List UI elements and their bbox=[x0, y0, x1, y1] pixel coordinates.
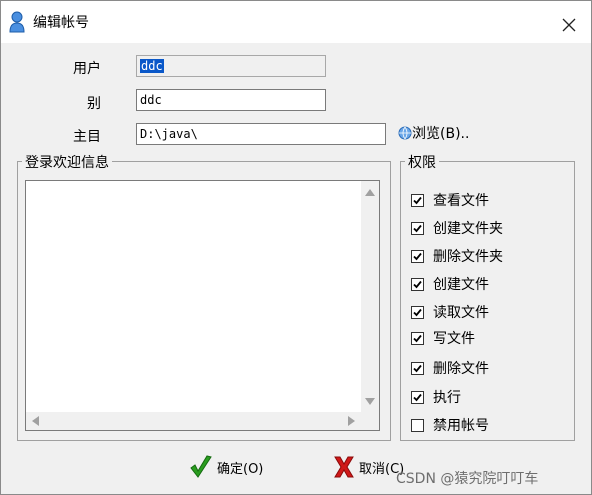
checkbox[interactable] bbox=[411, 249, 424, 263]
scroll-up-icon[interactable] bbox=[365, 189, 375, 196]
scrollbar-corner bbox=[361, 411, 379, 430]
vertical-scrollbar[interactable] bbox=[361, 181, 379, 411]
home-label: 主目 bbox=[73, 129, 101, 145]
check-mark-icon bbox=[413, 393, 422, 401]
edit-account-dialog: 编辑帐号 用户 ddc 别 ddc 主目 D:\java\ 浏览(B).. 登录… bbox=[0, 0, 592, 495]
user-field[interactable]: ddc bbox=[136, 55, 326, 77]
check-mark-icon bbox=[413, 196, 422, 204]
checkbox[interactable] bbox=[411, 277, 424, 291]
perm-delete-folder[interactable]: 删除文件夹 bbox=[411, 246, 503, 266]
alias-label: 别 bbox=[87, 96, 101, 112]
permissions-group-title: 权限 bbox=[405, 152, 439, 172]
browse-label: 浏览(B).. bbox=[412, 126, 470, 142]
user-icon bbox=[9, 11, 25, 33]
scroll-down-icon[interactable] bbox=[365, 398, 375, 405]
watermark: CSDN @猿究院叮叮车 bbox=[396, 471, 539, 487]
check-mark-icon bbox=[413, 334, 422, 342]
close-button[interactable] bbox=[557, 13, 581, 37]
perm-create-folder[interactable]: 创建文件夹 bbox=[411, 218, 503, 238]
window-title: 编辑帐号 bbox=[33, 15, 89, 31]
red-x-icon bbox=[334, 456, 354, 478]
ok-label: 确定(O) bbox=[217, 461, 264, 477]
globe-icon bbox=[398, 126, 412, 140]
home-dir-value: D:\java\ bbox=[140, 127, 198, 141]
alias-field[interactable]: ddc bbox=[136, 89, 326, 111]
check-mark-icon bbox=[413, 224, 422, 232]
welcome-group-title: 登录欢迎信息 bbox=[22, 152, 112, 172]
cancel-button[interactable]: 取消(C) bbox=[333, 452, 404, 482]
perm-label: 删除文件夹 bbox=[433, 249, 503, 265]
perm-disable-account[interactable]: 禁用帐号 bbox=[411, 415, 489, 435]
scroll-left-icon[interactable] bbox=[32, 416, 39, 426]
checkbox[interactable] bbox=[411, 361, 424, 375]
perm-label: 创建文件 bbox=[433, 277, 489, 293]
perm-label: 执行 bbox=[433, 390, 461, 406]
user-label: 用户 bbox=[73, 61, 101, 77]
checkbox[interactable] bbox=[411, 221, 424, 235]
checkmark-icon bbox=[190, 455, 212, 478]
ok-button[interactable]: 确定(O) bbox=[189, 452, 263, 482]
checkbox[interactable] bbox=[411, 390, 424, 404]
check-mark-icon bbox=[413, 364, 422, 372]
welcome-message-textarea[interactable] bbox=[25, 180, 380, 431]
perm-create-file[interactable]: 创建文件 bbox=[411, 274, 489, 294]
checkbox[interactable] bbox=[411, 305, 424, 319]
checkbox[interactable] bbox=[411, 193, 424, 207]
title-bar: 编辑帐号 bbox=[1, 1, 591, 43]
check-mark-icon bbox=[413, 252, 422, 260]
perm-view-files[interactable]: 查看文件 bbox=[411, 190, 489, 210]
browse-button[interactable]: 浏览(B).. bbox=[398, 123, 469, 143]
checkbox[interactable] bbox=[411, 418, 424, 432]
check-mark-icon bbox=[413, 308, 422, 316]
perm-label: 写文件 bbox=[433, 331, 475, 347]
home-dir-field[interactable]: D:\java\ bbox=[136, 123, 386, 145]
alias-value: ddc bbox=[140, 93, 162, 107]
perm-execute[interactable]: 执行 bbox=[411, 387, 461, 407]
scroll-right-icon[interactable] bbox=[348, 416, 355, 426]
check-mark-icon bbox=[413, 280, 422, 288]
perm-read-file[interactable]: 读取文件 bbox=[411, 302, 489, 322]
perm-write-file[interactable]: 写文件 bbox=[411, 328, 475, 348]
perm-label: 删除文件 bbox=[433, 361, 489, 377]
perm-label: 查看文件 bbox=[433, 193, 489, 209]
perm-label: 创建文件夹 bbox=[433, 221, 503, 237]
user-value: ddc bbox=[140, 59, 164, 73]
close-icon bbox=[562, 18, 576, 32]
perm-delete-file[interactable]: 删除文件 bbox=[411, 358, 489, 378]
checkbox[interactable] bbox=[411, 331, 424, 345]
horizontal-scrollbar[interactable] bbox=[26, 412, 361, 430]
perm-label: 读取文件 bbox=[433, 305, 489, 321]
perm-label: 禁用帐号 bbox=[433, 418, 489, 434]
